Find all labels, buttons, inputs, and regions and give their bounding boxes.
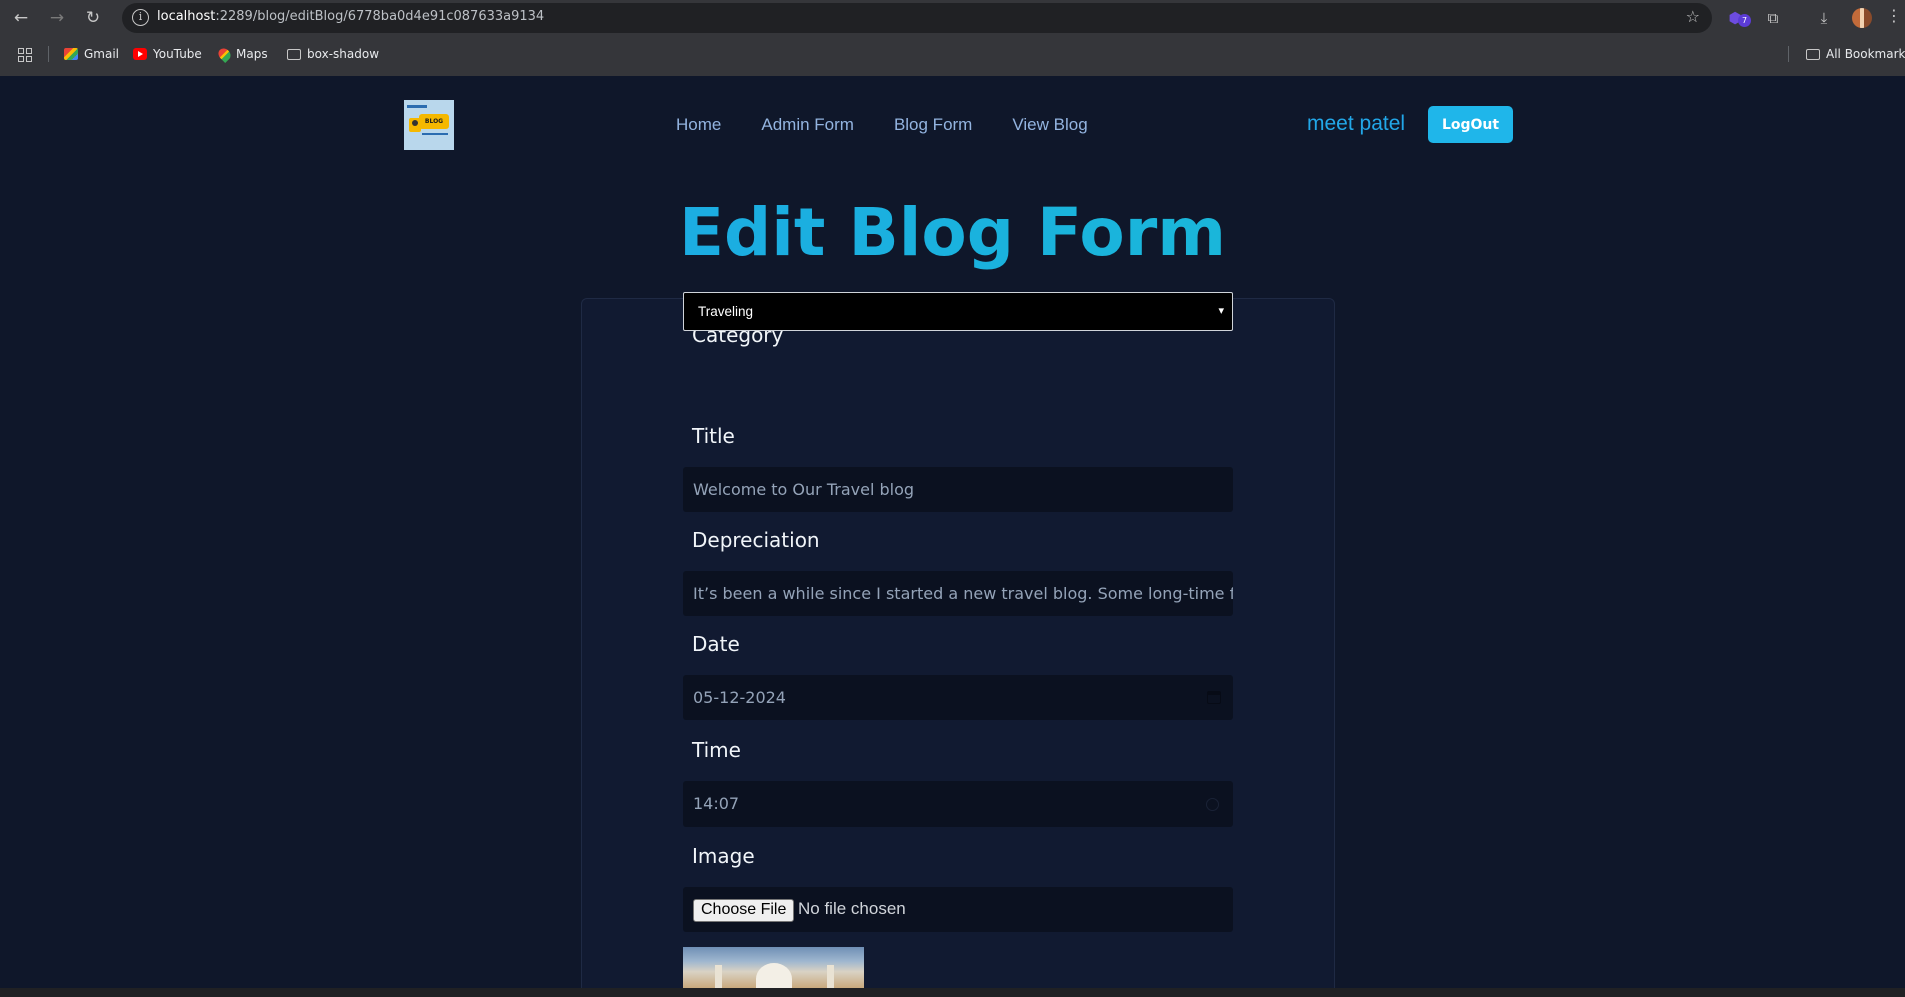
logo-text: BLOG — [419, 114, 449, 129]
description-input[interactable]: It’s been a while since I started a new … — [683, 571, 1233, 616]
date-label: Date — [692, 632, 740, 656]
title-label: Title — [692, 424, 735, 448]
clock-icon[interactable] — [1206, 798, 1219, 811]
title-input[interactable]: Welcome to Our Travel blog — [683, 467, 1233, 512]
time-value: 14:07 — [693, 794, 740, 813]
category-select[interactable]: Traveling ▾ — [683, 292, 1233, 331]
all-bookmarks[interactable]: All Bookmarks — [1806, 47, 1905, 61]
gmail-icon — [64, 48, 78, 60]
site-logo[interactable]: BLOG — [404, 100, 454, 150]
description-label: Depreciation — [692, 528, 820, 552]
logo-decoration — [407, 105, 427, 108]
os-taskbar — [0, 988, 1905, 997]
page-content: BLOG Home Admin Form Blog Form View Blog… — [0, 76, 1905, 988]
site-info-icon[interactable]: i — [132, 9, 149, 26]
extension-badge: 7 — [1738, 14, 1751, 27]
image-preview — [683, 947, 864, 988]
bookmark-label: Maps — [236, 47, 268, 61]
preview-minaret — [715, 965, 722, 988]
bookmark-label: YouTube — [153, 47, 202, 61]
image-file-input[interactable]: Choose File No file chosen — [683, 887, 1233, 932]
calendar-icon[interactable] — [1207, 691, 1221, 704]
choose-file-button[interactable]: Choose File — [693, 899, 795, 922]
url-text[interactable]: localhost:2289/blog/editBlog/6778ba0d4e9… — [157, 9, 544, 24]
youtube-icon — [133, 48, 147, 60]
bookmark-divider — [48, 46, 49, 62]
bookmark-youtube[interactable]: YouTube — [133, 47, 202, 61]
profile-avatar[interactable] — [1852, 8, 1872, 28]
time-label: Time — [692, 738, 741, 762]
reload-icon[interactable]: ↻ — [82, 7, 104, 29]
folder-icon — [1806, 48, 1820, 60]
date-value: 05-12-2024 — [693, 688, 786, 707]
nav-home[interactable]: Home — [676, 115, 721, 135]
back-icon[interactable]: ← — [10, 7, 32, 29]
address-bar[interactable]: i localhost:2289/blog/editBlog/6778ba0d4… — [122, 3, 1712, 33]
logo-decoration — [422, 133, 448, 135]
time-input[interactable]: 14:07 — [683, 781, 1233, 827]
bookmark-label: box-shadow — [307, 47, 380, 61]
preview-dome — [756, 963, 792, 988]
maps-icon — [216, 45, 233, 63]
bookmark-box-shadow[interactable]: box-shadow — [287, 47, 379, 61]
bookmark-divider — [1788, 46, 1789, 62]
bookmark-star-icon[interactable]: ☆ — [1686, 7, 1700, 26]
nav-blog-form[interactable]: Blog Form — [894, 115, 972, 135]
apps-icon[interactable] — [18, 48, 32, 62]
menu-dots-icon[interactable]: ⋮ — [1886, 6, 1902, 25]
username: meet patel — [1307, 112, 1406, 135]
logout-button[interactable]: LogOut — [1428, 106, 1513, 143]
date-input[interactable]: 05-12-2024 — [683, 675, 1233, 720]
folder-icon — [287, 48, 301, 60]
nav-admin-form[interactable]: Admin Form — [761, 115, 854, 135]
image-label: Image — [692, 844, 755, 868]
chevron-down-icon: ▾ — [1218, 305, 1224, 317]
puzzle-icon[interactable]: ⧉ — [1762, 7, 1784, 29]
all-bookmarks-label: All Bookmarks — [1826, 47, 1905, 61]
no-file-text: No file chosen — [798, 899, 906, 918]
nav-view-blog[interactable]: View Blog — [1012, 115, 1087, 135]
download-icon[interactable]: ⤓ — [1813, 7, 1835, 29]
bookmark-maps[interactable]: Maps — [216, 45, 268, 63]
main-nav: Home Admin Form Blog Form View Blog — [676, 115, 1088, 135]
browser-chrome: ← → ↻ i localhost:2289/blog/editBlog/677… — [0, 0, 1905, 76]
page-title: Edit Blog Form — [0, 194, 1905, 271]
bookmark-gmail[interactable]: Gmail — [64, 47, 119, 61]
bookmark-label: Gmail — [84, 47, 120, 61]
category-selected-value: Traveling — [698, 304, 754, 319]
forward-icon[interactable]: → — [46, 7, 68, 29]
preview-minaret — [827, 965, 834, 988]
